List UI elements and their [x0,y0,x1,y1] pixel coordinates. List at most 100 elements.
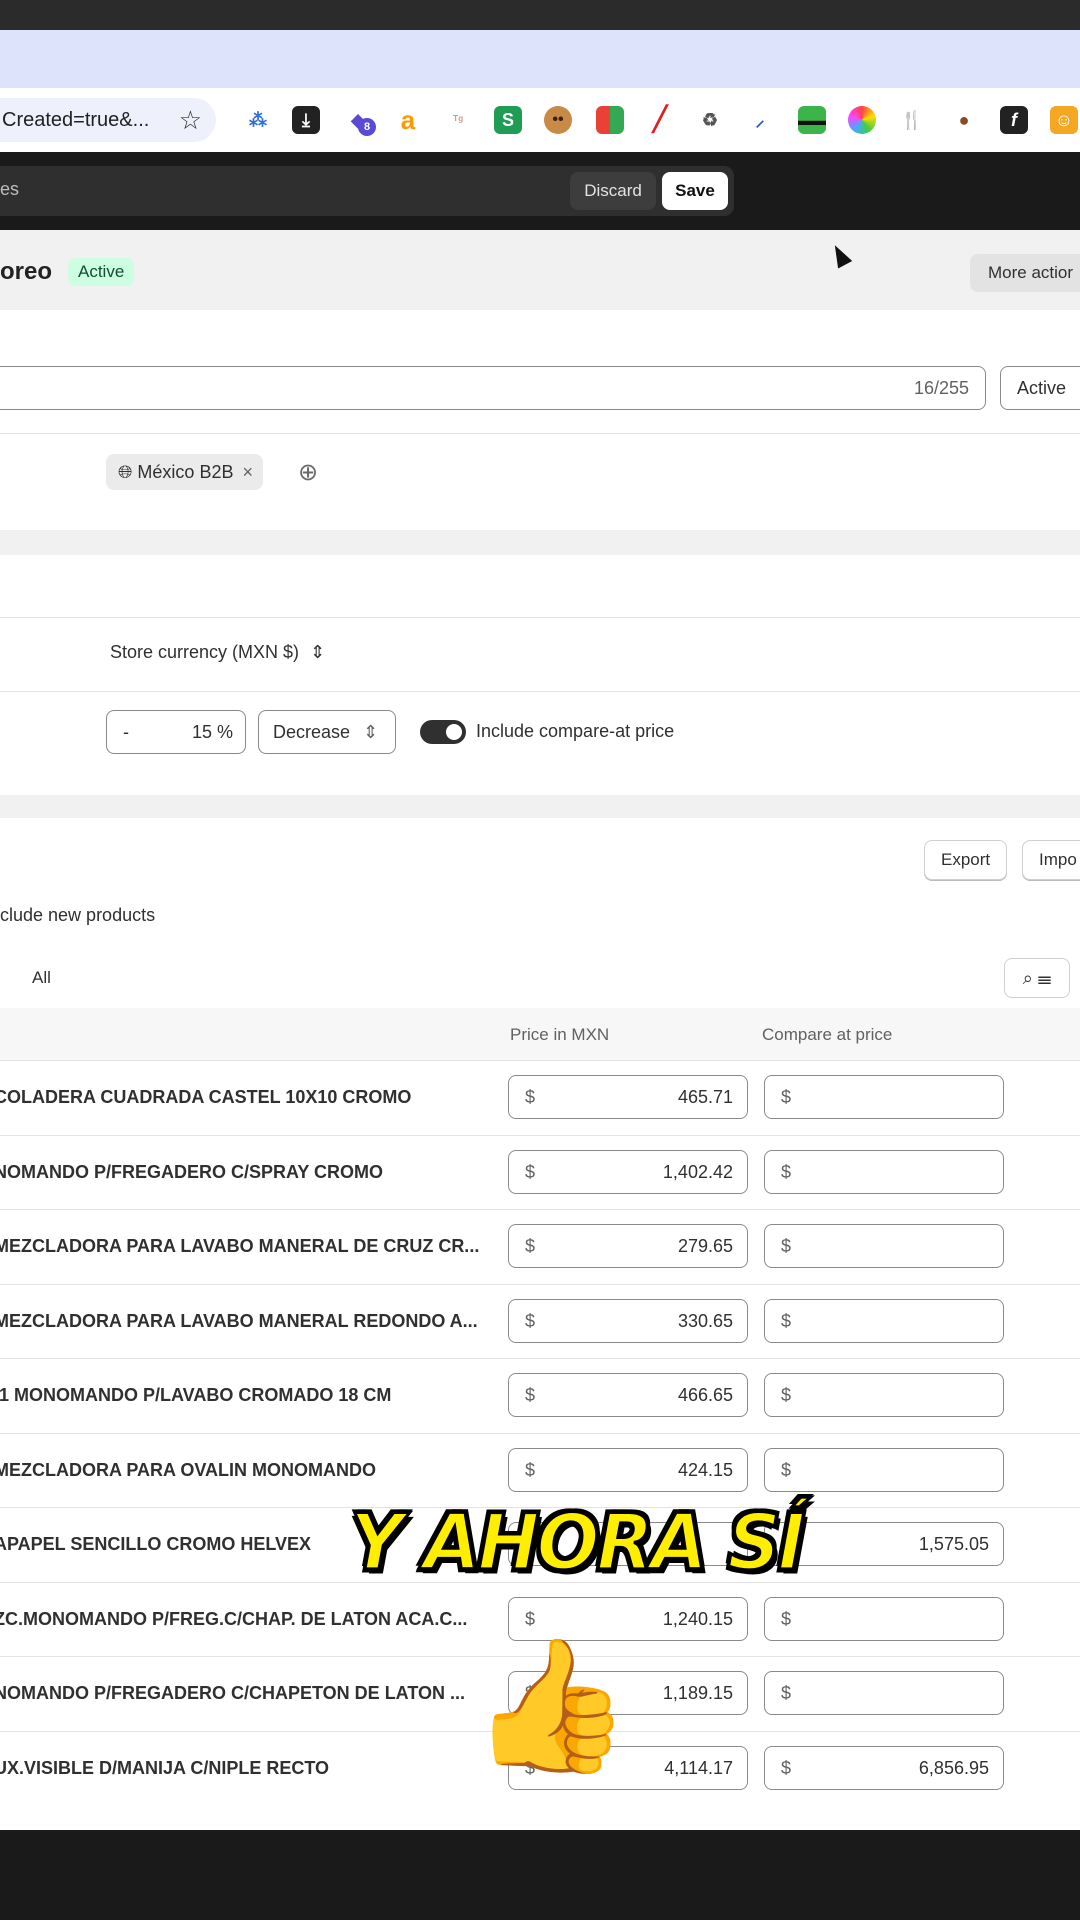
price-input[interactable]: $1,402.42 [508,1149,748,1194]
search-icon: ⌕ [1022,968,1033,988]
market-tag[interactable]: 🌐︎ México B2B × [106,454,263,490]
recycle-icon[interactable]: ♻ [696,106,724,134]
price-value: 465.71 [677,1087,733,1107]
save-button[interactable]: Save [662,172,728,210]
price-input[interactable]: $424.15 [508,1447,748,1492]
currency-symbol: $ [781,1459,792,1480]
cookie-icon[interactable]: ● [950,106,978,134]
product-name: MEZCLADORA PARA LAVABO MANERAL REDONDO A… [0,1310,478,1331]
currency-symbol: $ [781,1757,792,1778]
product-name: UX.VISIBLE D/MANIJA C/NIPLE RECTO [0,1757,330,1778]
table-row: MEZCLADORA PARA OVALIN MONOMANDO $424.15 $ [0,1432,1080,1508]
details-card [0,310,1080,530]
currency-symbol: $ [781,1161,792,1182]
adjustment-direction-select[interactable]: Decrease ⇕ [258,710,396,754]
circle-extension-icon[interactable] [848,106,876,134]
tag-extension-icon[interactable]: ᵀᵍ [444,106,472,134]
currency-label: Store currency (MXN $) [110,642,300,662]
currency-symbol: $ [781,1385,792,1405]
extension-badge-icon[interactable]: ◆ 8 [344,106,376,136]
chevron-updown-icon: ⇕ [363,722,379,742]
price-input[interactable]: $465.71 [508,1075,748,1119]
pen-icon[interactable]: ╱ [646,106,674,134]
compare-price-input[interactable]: $ [764,1298,1004,1343]
fork-knife-icon[interactable]: 🍴 [898,106,926,134]
compare-price-input[interactable]: $ [764,1075,1004,1119]
currency-symbol: $ [525,1385,536,1405]
table-row: /1 MONOMANDO P/LAVABO CROMADO 18 CM $466.… [0,1358,1080,1433]
catalog-name-input[interactable]: 16/255 [0,366,986,410]
search-filter-button[interactable]: ⌕ ☰ [1004,958,1070,998]
discard-button[interactable]: Discard [570,172,656,210]
download-icon[interactable]: ⤓ [292,106,320,134]
adjustment-percent-input[interactable]: - 15 % [106,710,246,754]
product-name: MEZCLADORA PARA OVALIN MONOMANDO [0,1459,376,1480]
url-text: Created=true&... [2,109,150,131]
thumbs-up-icon: 👍 [470,1632,632,1778]
address-bar[interactable]: Created=true&... ☆ [0,98,216,142]
currency-select[interactable]: Store currency (MXN $) ⇕ [110,642,325,663]
currency-symbol: $ [781,1683,792,1703]
brush-icon[interactable]: ⸝ [746,106,774,134]
remove-tag-icon[interactable]: × [242,462,253,482]
status-select[interactable]: Active [1000,366,1080,410]
compare-price-input[interactable]: $ [764,1447,1004,1492]
table-row: MEZCLADORA PARA LAVABO MANERAL REDONDO A… [0,1283,1080,1359]
compare-price-input[interactable]: $6,856.95 [764,1745,1004,1790]
price-value: 1,240.15 [662,1608,733,1629]
price-value: 466.65 [677,1385,733,1405]
bookmark-star-icon[interactable]: ☆ [179,105,202,136]
price-value: 1,189.15 [662,1683,733,1703]
compare-price-input[interactable]: $ [764,1149,1004,1194]
filter-tab-all[interactable]: All [32,968,51,988]
compare-price-input[interactable]: $ [764,1373,1004,1417]
character-counter: 16/255 [913,378,969,398]
compare-price-input[interactable]: $ [764,1671,1004,1715]
divider [0,617,1080,618]
shopify-icon[interactable]: S [494,106,522,134]
include-new-products-label: clude new products [0,905,156,925]
page-title: oreo [0,258,53,285]
price-value: 424.15 [677,1459,733,1480]
price-value: 330.65 [677,1310,733,1331]
product-name: ZC.MONOMANDO P/FREG.C/CHAP. DE LATON ACA… [0,1608,468,1629]
currency-symbol: $ [781,1310,792,1331]
currency-symbol: $ [525,1310,536,1331]
compare-price-input[interactable]: $ [764,1224,1004,1268]
unsaved-changes-label: ges [0,179,20,199]
add-market-icon[interactable]: ⊕ [298,458,318,487]
import-button[interactable]: Impo [1022,840,1080,880]
filter-icon: ☰ [1037,968,1052,988]
fx-icon[interactable]: f [1000,106,1028,134]
tab-bar [0,30,1080,88]
export-button[interactable]: Export [924,840,1008,880]
glasses-icon[interactable]: ▬▬ [798,106,826,134]
extension-1-icon[interactable]: ⁂ [244,106,272,134]
price-value: 1,402.42 [662,1161,733,1182]
product-name: APAPEL SENCILLO CROMO HELVEX [0,1534,312,1554]
column-price: Price in MXN [510,1025,610,1044]
more-actions-button[interactable]: More actior [970,254,1080,292]
pricing-card [0,555,1080,795]
squares-extension-icon[interactable] [596,106,624,134]
cookie-face-icon[interactable]: •• [544,106,572,134]
adjust-sign: - [123,722,129,742]
amazon-icon[interactable]: a [394,106,422,134]
divider [0,691,1080,692]
price-input[interactable]: $330.65 [508,1298,748,1343]
contextual-save-bar: ges [0,152,1080,230]
market-tag-label: México B2B [137,462,234,482]
currency-symbol: $ [781,1236,792,1256]
include-compare-toggle[interactable] [420,720,466,744]
price-input[interactable]: $466.65 [508,1373,748,1417]
product-name: /1 MONOMANDO P/LAVABO CROMADO 18 CM [0,1385,392,1405]
table-row: COLADERA CUADRADA CASTEL 10X10 CROMO $465… [0,1060,1080,1135]
price-input[interactable]: $279.65 [508,1224,748,1268]
compare-price-value: 6,856.95 [918,1757,989,1778]
direction-label: Decrease [273,722,351,742]
extension-orange-icon[interactable]: ☺ [1050,106,1078,134]
video-caption: Y AHORA SÍ [348,1496,806,1589]
status-badge: Active [68,258,135,286]
currency-symbol: $ [525,1459,536,1480]
compare-price-input[interactable]: $ [764,1596,1004,1641]
